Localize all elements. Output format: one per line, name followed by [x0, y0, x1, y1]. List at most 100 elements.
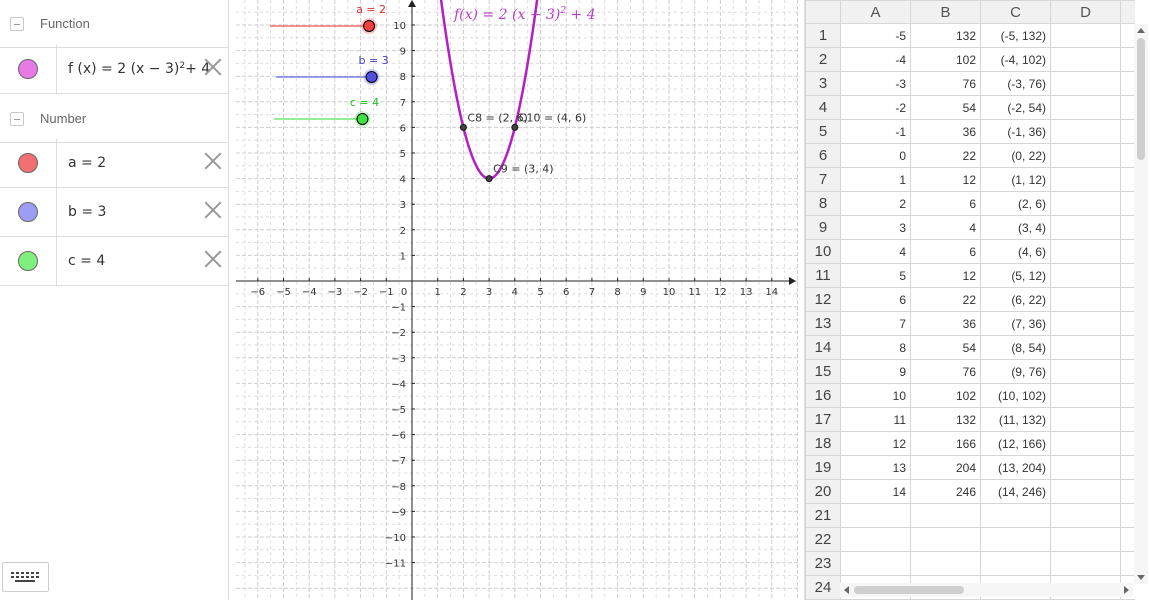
cell-a[interactable]: 0 — [840, 143, 911, 168]
cell-b[interactable]: 246 — [910, 479, 981, 504]
cell-c[interactable]: (0, 22) — [980, 143, 1051, 168]
cell-c[interactable]: (11, 132) — [980, 407, 1051, 432]
row-header[interactable]: 5 — [805, 119, 841, 144]
cell-c[interactable]: (14, 246) — [980, 479, 1051, 504]
cell-c[interactable]: (9, 76) — [980, 359, 1051, 384]
graphics-view[interactable]: −6 −5 −4 −3 −2 −1 0 1 2 3 4 5 6 7 8 9 10 11 12 13 14 1 2 3 4 5 6 7 8… — [236, 0, 798, 600]
cell-d[interactable] — [1050, 143, 1121, 168]
cell-a[interactable]: 6 — [840, 287, 911, 312]
cell-b[interactable]: 12 — [910, 263, 981, 288]
cell-d[interactable] — [1050, 167, 1121, 192]
row-header[interactable]: 15 — [805, 359, 841, 384]
scroll-up-icon[interactable] — [1137, 28, 1145, 33]
graph-canvas[interactable]: −6 −5 −4 −3 −2 −1 0 1 2 3 4 5 6 7 8 9 10 11 12 13 1412345678… — [236, 0, 798, 600]
cell-a[interactable]: -5 — [840, 23, 911, 48]
cell-b[interactable]: 12 — [910, 167, 981, 192]
cell-b[interactable]: 36 — [910, 119, 981, 144]
cell-b[interactable]: 54 — [910, 335, 981, 360]
cell-c[interactable] — [980, 551, 1051, 576]
group-header-function[interactable]: Function — [0, 0, 228, 48]
row-header[interactable]: 17 — [805, 407, 841, 432]
row-header[interactable]: 16 — [805, 383, 841, 408]
cell-c[interactable]: (-5, 132) — [980, 23, 1051, 48]
cell-d[interactable] — [1050, 71, 1121, 96]
cell-d[interactable] — [1050, 455, 1121, 480]
cell-b[interactable]: 76 — [910, 359, 981, 384]
delete-icon[interactable] — [204, 152, 222, 170]
cell-b[interactable]: 102 — [910, 47, 981, 72]
vertical-scrollbar[interactable] — [1134, 24, 1148, 584]
collapse-icon[interactable] — [10, 111, 24, 126]
cell-d[interactable] — [1050, 311, 1121, 336]
cell-d[interactable] — [1050, 239, 1121, 264]
cell-d[interactable] — [1050, 47, 1121, 72]
horizontal-scrollbar[interactable] — [840, 583, 1133, 597]
cell-c[interactable]: (7, 36) — [980, 311, 1051, 336]
cell-a[interactable]: 5 — [840, 263, 911, 288]
row-header[interactable]: 21 — [805, 503, 841, 528]
row-header[interactable]: 2 — [805, 47, 841, 72]
scrollbar-thumb[interactable] — [1137, 38, 1145, 160]
delete-icon[interactable] — [204, 250, 222, 268]
cell-a[interactable]: -3 — [840, 71, 911, 96]
point-marker[interactable] — [511, 123, 519, 131]
cell-a[interactable] — [840, 551, 911, 576]
row-header[interactable]: 3 — [805, 71, 841, 96]
cell-b[interactable]: 6 — [910, 239, 981, 264]
row-header[interactable]: 6 — [805, 143, 841, 168]
cell-b[interactable]: 6 — [910, 191, 981, 216]
algebra-row-c[interactable]: c = 4 — [0, 237, 228, 286]
cell-b[interactable]: 4 — [910, 215, 981, 240]
cell-d[interactable] — [1050, 503, 1121, 528]
cell-d[interactable] — [1050, 383, 1121, 408]
cell-b[interactable]: 22 — [910, 143, 981, 168]
cell-b[interactable]: 102 — [910, 383, 981, 408]
row-header[interactable]: 10 — [805, 239, 841, 264]
algebra-row-a[interactable]: a = 2 — [0, 139, 228, 188]
cell-d[interactable] — [1050, 479, 1121, 504]
point-marker[interactable] — [485, 175, 493, 183]
column-header-d[interactable]: D — [1050, 0, 1121, 24]
visibility-toggle-icon[interactable] — [18, 153, 38, 173]
cell-a[interactable]: 10 — [840, 383, 911, 408]
cell-a[interactable] — [840, 503, 911, 528]
cell-a[interactable]: 14 — [840, 479, 911, 504]
column-header-c[interactable]: C — [980, 0, 1051, 24]
spreadsheet-view[interactable]: A B C D 1 -5 132 (-5, 132) 2 -4 102 (-4, 102) 3-… — [804, 0, 1150, 600]
group-header-number[interactable]: Number — [0, 95, 228, 143]
cell-a[interactable]: 1 — [840, 167, 911, 192]
cell-d[interactable] — [1050, 95, 1121, 120]
cell-c[interactable]: (10, 102) — [980, 383, 1051, 408]
cell-a[interactable]: -1 — [840, 119, 911, 144]
cell-c[interactable]: (13, 204) — [980, 455, 1051, 480]
cell-c[interactable]: (5, 12) — [980, 263, 1051, 288]
number-expression-b[interactable]: b = 3 — [68, 188, 106, 236]
number-expression-c[interactable]: c = 4 — [68, 237, 105, 285]
scrollbar-thumb[interactable] — [854, 586, 964, 594]
cell-a[interactable]: 4 — [840, 239, 911, 264]
cell-d[interactable] — [1050, 359, 1121, 384]
cell-c[interactable]: (12, 166) — [980, 431, 1051, 456]
row-header[interactable]: 11 — [805, 263, 841, 288]
row-header[interactable]: 18 — [805, 431, 841, 456]
cell-b[interactable]: 132 — [910, 23, 981, 48]
number-expression-a[interactable]: a = 2 — [68, 139, 106, 187]
row-header[interactable]: 13 — [805, 311, 841, 336]
algebra-row-b[interactable]: b = 3 — [0, 188, 228, 237]
cell-a[interactable]: 11 — [840, 407, 911, 432]
cell-d[interactable] — [1050, 527, 1121, 552]
cell-c[interactable]: (-3, 76) — [980, 71, 1051, 96]
keyboard-button[interactable] — [2, 562, 49, 592]
row-header[interactable]: 4 — [805, 95, 841, 120]
cell-c[interactable] — [980, 503, 1051, 528]
cell-a[interactable] — [840, 527, 911, 552]
row-header[interactable]: 8 — [805, 191, 841, 216]
cell-a[interactable]: 12 — [840, 431, 911, 456]
cell-b[interactable]: 54 — [910, 95, 981, 120]
cell-a[interactable]: 8 — [840, 335, 911, 360]
row-header[interactable]: 7 — [805, 167, 841, 192]
cell-a[interactable]: 7 — [840, 311, 911, 336]
delete-icon[interactable] — [204, 201, 222, 219]
cell-d[interactable] — [1050, 23, 1121, 48]
function-expression[interactable]: f (x) = 2 (x − 3) 2 + 4 — [68, 45, 210, 93]
